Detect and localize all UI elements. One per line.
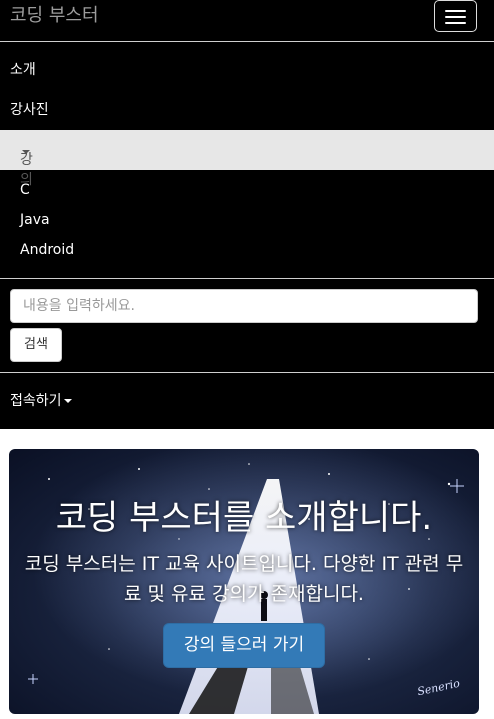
account-label: 접속하기 xyxy=(10,393,62,409)
menu-toggle-button[interactable] xyxy=(434,0,477,32)
go-to-courses-button[interactable]: 강의 들으러 가기 xyxy=(163,623,325,668)
search-button[interactable]: 검색 xyxy=(10,328,62,362)
dropdown-item-android[interactable]: Android xyxy=(20,240,74,260)
jumbotron-description: 코딩 부스터는 IT 교육 사이트입니다. 다양한 IT 관련 무료 및 유료 … xyxy=(24,553,464,605)
jumbotron: 코딩 부스터를 소개합니다. 코딩 부스터는 IT 교육 사이트입니다. 다양한… xyxy=(9,449,479,714)
brand-link[interactable]: 코딩 부스터 xyxy=(10,4,99,28)
search-input[interactable] xyxy=(10,289,478,323)
dropdown-item-c[interactable]: C xyxy=(20,180,30,200)
navbar-divider xyxy=(0,41,494,42)
navbar: 코딩 부스터 소개 강사진 강의 C Java Android 검색 접속하기 xyxy=(0,0,494,429)
navbar-divider xyxy=(0,372,494,373)
dropdown-item-java[interactable]: Java xyxy=(20,210,50,230)
nav-item-account-dropdown[interactable]: 접속하기 xyxy=(10,391,72,411)
nav-item-instructors[interactable]: 강사진 xyxy=(10,100,49,120)
caret-down-icon xyxy=(22,150,30,154)
nav-item-about[interactable]: 소개 xyxy=(10,60,36,80)
jumbotron-title: 코딩 부스터를 소개합니다. xyxy=(55,498,433,538)
nav-item-courses-dropdown[interactable]: 강의 xyxy=(0,130,494,188)
navbar-divider xyxy=(0,278,494,279)
caret-down-icon xyxy=(63,399,72,403)
